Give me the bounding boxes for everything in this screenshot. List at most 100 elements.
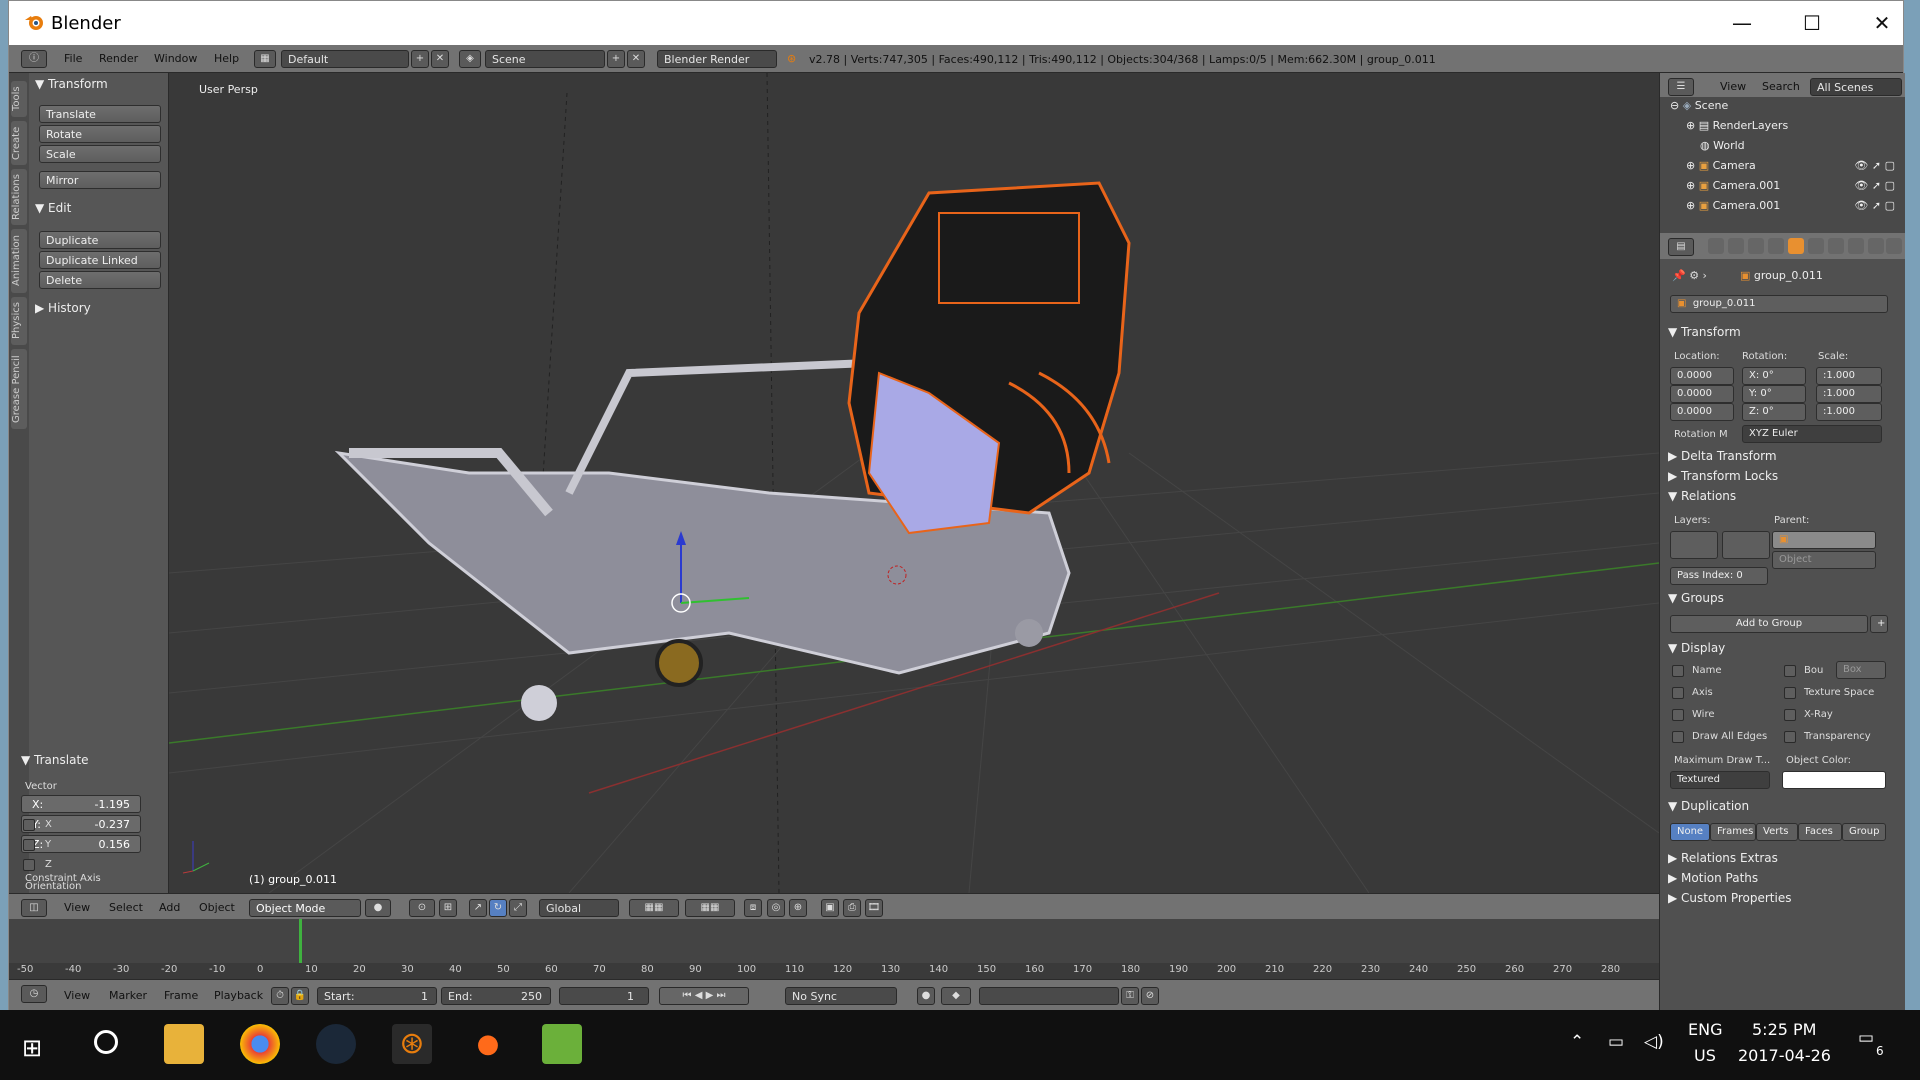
outliner-menu-view[interactable]: View: [1720, 80, 1746, 93]
clock-date[interactable]: 2017-04-26: [1738, 1046, 1831, 1065]
current-frame-field[interactable]: 1: [559, 987, 649, 1005]
render-engine-select[interactable]: Blender Render: [657, 50, 777, 68]
edit-panel-header[interactable]: ▼ Edit: [35, 201, 71, 215]
tab-physics[interactable]: Physics: [11, 297, 27, 345]
tab-tools[interactable]: Tools: [11, 81, 27, 117]
world-tab-icon[interactable]: [1768, 238, 1784, 254]
display-all-edges-checkbox[interactable]: [1672, 731, 1684, 743]
location-x-field[interactable]: 0.0000: [1670, 367, 1734, 385]
menu-marker[interactable]: Marker: [109, 989, 147, 1002]
mode-select[interactable]: Object Mode: [249, 899, 361, 917]
steam-icon[interactable]: [316, 1024, 356, 1064]
pass-index-field[interactable]: Pass Index: 0: [1670, 567, 1768, 585]
delete-button[interactable]: Delete: [39, 271, 161, 289]
notifications-icon[interactable]: ▭: [1858, 1028, 1874, 1048]
menu-window[interactable]: Window: [154, 52, 197, 65]
keying-set-field[interactable]: [979, 987, 1119, 1005]
editor-type-3d-icon[interactable]: ◫: [21, 899, 47, 917]
shading-icon[interactable]: ●: [365, 899, 391, 917]
duplication-faces-button[interactable]: Faces: [1798, 823, 1842, 841]
pivot-icon[interactable]: ⊙: [409, 899, 435, 917]
layers-grid-b[interactable]: [1722, 531, 1770, 559]
editor-type-timeline-icon[interactable]: ◷: [21, 985, 47, 1003]
scene-field[interactable]: Scene: [485, 50, 605, 68]
lock-icon[interactable]: 🔒: [291, 987, 309, 1005]
manipulator-icon[interactable]: ⊞: [439, 899, 457, 917]
history-panel-header[interactable]: ▶ History: [35, 301, 91, 315]
parent-type-select[interactable]: Object: [1772, 551, 1876, 569]
rotation-mode-select[interactable]: XYZ Euler: [1742, 425, 1882, 443]
scale-manip-icon[interactable]: ⤢: [509, 899, 527, 917]
close-button[interactable]: ✕: [1859, 7, 1905, 39]
add-to-group-button[interactable]: Add to Group: [1670, 615, 1868, 633]
duplication-none-button[interactable]: None: [1670, 823, 1710, 841]
add-group-icon[interactable]: +: [1870, 615, 1888, 633]
clock-time[interactable]: 5:25 PM: [1752, 1020, 1816, 1039]
display-header[interactable]: ▼ Display: [1668, 641, 1725, 655]
vector-z-field[interactable]: Z: 0.156: [21, 835, 141, 853]
outliner-row-renderlayers[interactable]: ⊕ ▤ RenderLayers: [1660, 119, 1905, 139]
motion-paths-header[interactable]: ▶ Motion Paths: [1668, 871, 1758, 885]
layers-grid-2-icon[interactable]: ▦▦: [685, 899, 735, 917]
layout-icon[interactable]: ▦: [254, 50, 276, 68]
tab-grease-pencil[interactable]: Grease Pencil: [11, 349, 27, 429]
menu-frame[interactable]: Frame: [164, 989, 198, 1002]
location-z-field[interactable]: 0.0000: [1670, 403, 1734, 421]
menu-object[interactable]: Object: [199, 901, 235, 914]
layers-tab-icon[interactable]: [1728, 238, 1744, 254]
object-tab-icon[interactable]: [1788, 238, 1804, 254]
language-code[interactable]: ENG: [1688, 1020, 1722, 1039]
menu-help[interactable]: Help: [214, 52, 239, 65]
outliner-menu-search[interactable]: Search: [1762, 80, 1800, 93]
pin-icon[interactable]: 📌 ⚙ ›: [1672, 269, 1707, 282]
editor-type-icon[interactable]: ⓘ: [21, 50, 47, 68]
chrome-icon[interactable]: [240, 1024, 280, 1064]
outliner-filter-select[interactable]: All Scenes: [1810, 78, 1902, 96]
display-axis-checkbox[interactable]: [1672, 687, 1684, 699]
custom-properties-header[interactable]: ▶ Custom Properties: [1668, 891, 1791, 905]
data-tab-icon[interactable]: [1848, 238, 1864, 254]
render-tab-icon[interactable]: [1708, 238, 1724, 254]
texture-tab-icon[interactable]: [1886, 238, 1902, 254]
display-xray-checkbox[interactable]: [1784, 709, 1796, 721]
duplicate-linked-button[interactable]: Duplicate Linked: [39, 251, 161, 269]
parent-field[interactable]: ▣: [1772, 531, 1876, 549]
translate-button[interactable]: Translate: [39, 105, 161, 123]
network-icon[interactable]: ▭: [1608, 1032, 1624, 1052]
file-explorer-icon[interactable]: [164, 1024, 204, 1064]
editor-type-outliner-icon[interactable]: ☰: [1668, 78, 1694, 96]
region-code[interactable]: US: [1694, 1046, 1716, 1065]
scale-x-field[interactable]: :1.000: [1816, 367, 1882, 385]
scene-icon[interactable]: ◈: [459, 50, 481, 68]
relations-extras-header[interactable]: ▶ Relations Extras: [1668, 851, 1778, 865]
start-frame-field[interactable]: Start: 1: [317, 987, 437, 1005]
transform-section-header[interactable]: ▼ Transform: [1668, 325, 1741, 339]
preview-range-icon[interactable]: ⏱: [271, 987, 289, 1005]
scale-y-field[interactable]: :1.000: [1816, 385, 1882, 403]
mirror-button[interactable]: Mirror: [39, 171, 161, 189]
transform-locks-header[interactable]: ▶ Transform Locks: [1668, 469, 1778, 483]
vector-x-field[interactable]: X: -1.195: [21, 795, 141, 813]
visibility-icons[interactable]: 👁 ➚ ▢: [1854, 199, 1895, 212]
menu-playback[interactable]: Playback: [214, 989, 263, 1002]
snap-target-icon[interactable]: ▣: [821, 899, 839, 917]
add-scene-icon[interactable]: +: [607, 50, 625, 68]
rotation-x-field[interactable]: X: 0°: [1742, 367, 1806, 385]
constraint-y-checkbox[interactable]: [23, 839, 35, 851]
scene-tab-icon[interactable]: [1748, 238, 1764, 254]
current-frame-marker[interactable]: [299, 919, 302, 963]
tray-up-icon[interactable]: ⌃: [1570, 1032, 1584, 1052]
record-icon[interactable]: ●: [917, 987, 935, 1005]
object-name-field[interactable]: ▣ group_0.011: [1670, 295, 1888, 313]
menu-select[interactable]: Select: [109, 901, 143, 914]
rotation-z-field[interactable]: Z: 0°: [1742, 403, 1806, 421]
duplication-header[interactable]: ▼ Duplication: [1668, 799, 1749, 813]
outliner-row-scene[interactable]: ⊖ ◈ Scene: [1660, 99, 1905, 119]
origin-icon[interactable]: ●: [468, 1024, 508, 1064]
orientation-select[interactable]: Global: [539, 899, 619, 917]
outliner-row-camera[interactable]: ⊕ ▣ Camera 👁 ➚ ▢: [1660, 159, 1905, 179]
add-layout-icon[interactable]: +: [411, 50, 429, 68]
scale-z-field[interactable]: :1.000: [1816, 403, 1882, 421]
duplicate-button[interactable]: Duplicate: [39, 231, 161, 249]
rotate-button[interactable]: Rotate: [39, 125, 161, 143]
